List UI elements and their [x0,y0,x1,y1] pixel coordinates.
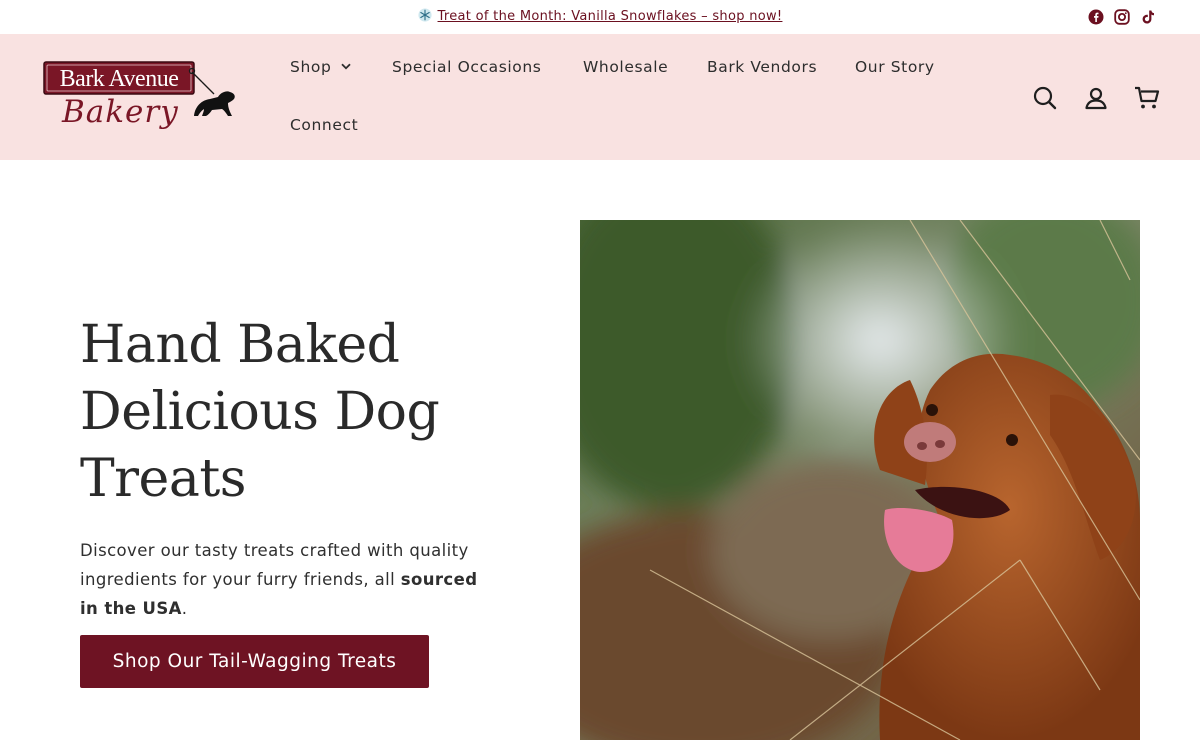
social-links [1088,9,1156,25]
shop-treats-button[interactable]: Shop Our Tail-Wagging Treats [80,635,429,688]
logo-text-top: Bark Avenue [60,66,179,92]
announcement-link[interactable]: Treat of the Month: Vanilla Snowflakes –… [417,8,783,24]
brand-logo[interactable]: Bark Avenue Bakery [42,60,238,134]
account-icon[interactable] [1083,85,1109,111]
hero-dog-photo [580,220,1140,740]
nav-bark-vendors[interactable]: Bark Vendors [707,58,817,76]
cart-icon[interactable] [1134,85,1160,111]
tiktok-icon[interactable] [1140,9,1156,25]
nav-shop-label: Shop [290,58,332,76]
announcement-text: Treat of the Month: Vanilla Snowflakes –… [437,9,783,24]
hero-description: Discover our tasty treats crafted with q… [80,536,500,623]
logo-text-bottom: Bakery [61,94,179,130]
announcement-bar: Treat of the Month: Vanilla Snowflakes –… [0,0,1200,34]
facebook-icon[interactable] [1088,9,1104,25]
chevron-down-icon [341,63,352,70]
nav-our-story[interactable]: Our Story [855,58,935,76]
site-header: Bark Avenue Bakery Shop Special Occasion… [0,34,1200,160]
search-icon[interactable] [1032,85,1058,111]
instagram-icon[interactable] [1114,9,1130,25]
nav-wholesale[interactable]: Wholesale [583,58,668,76]
nav-connect[interactable]: Connect [290,116,358,134]
hero-description-end: . [181,599,188,618]
nav-special-occasions[interactable]: Special Occasions [392,58,541,76]
nav-shop[interactable]: Shop [290,58,352,76]
announcement: Treat of the Month: Vanilla Snowflakes –… [0,8,1200,24]
snowflake-icon [417,8,432,22]
hero-title: Hand Baked Delicious Dog Treats [80,315,440,509]
